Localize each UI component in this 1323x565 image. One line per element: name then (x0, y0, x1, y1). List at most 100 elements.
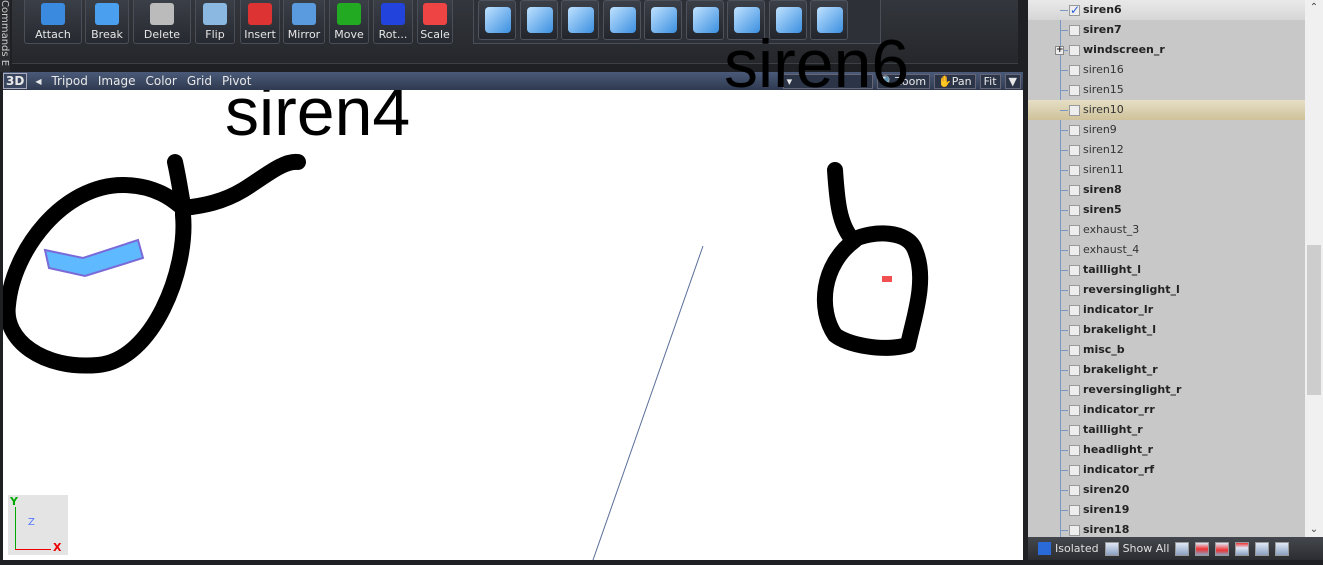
visibility-checkbox[interactable] (1069, 305, 1080, 316)
visibility-checkbox[interactable] (1069, 525, 1080, 536)
scroll-down-icon[interactable]: ⌄ (1305, 524, 1323, 535)
toolbar-button-delete[interactable]: Delete (133, 0, 191, 44)
tree-item[interactable]: siren12 (1028, 140, 1305, 160)
visibility-checkbox[interactable] (1069, 125, 1080, 136)
tree-scrollbar[interactable]: ⌃ ⌄ (1305, 0, 1323, 537)
tree-item[interactable]: siren20 (1028, 480, 1305, 500)
toolbar-button-label: Delete (143, 28, 181, 41)
visibility-checkbox[interactable] (1069, 25, 1080, 36)
tree-item-label: siren12 (1083, 143, 1124, 156)
toolbar-button-attach[interactable]: Attach (24, 0, 82, 44)
move-down-icon[interactable] (1215, 541, 1230, 556)
visibility-checkbox[interactable] (1069, 345, 1080, 356)
visibility-checkbox[interactable] (1069, 445, 1080, 456)
toolbar-button-insert[interactable]: Insert (240, 0, 280, 44)
scroll-thumb[interactable] (1307, 245, 1321, 395)
expand-icon[interactable]: + (1055, 46, 1064, 55)
tree-item[interactable]: siren18 (1028, 520, 1305, 537)
expand-all-icon[interactable] (1255, 541, 1270, 556)
visibility-checkbox[interactable]: ✓ (1069, 4, 1080, 16)
arrow-left-icon[interactable]: ◀ (35, 77, 41, 86)
visibility-checkbox[interactable] (1069, 245, 1080, 256)
tree-item[interactable]: indicator_rr (1028, 400, 1305, 420)
menu-grid[interactable]: Grid (187, 74, 212, 88)
tree-item[interactable]: siren10 (1028, 100, 1305, 120)
extrude-button[interactable] (602, 0, 641, 40)
tree-item[interactable]: reversinglight_r (1028, 380, 1305, 400)
toolbar-button-break[interactable]: Break (85, 0, 129, 44)
visibility-checkbox[interactable] (1069, 365, 1080, 376)
tree-item[interactable]: taillight_l (1028, 260, 1305, 280)
menu-image[interactable]: Image (98, 74, 136, 88)
scroll-up-icon[interactable]: ⌃ (1305, 2, 1323, 13)
tree-item[interactable]: ✓ siren6 (1028, 0, 1305, 20)
menu-tripod[interactable]: Tripod (51, 74, 87, 88)
tree-item[interactable]: siren7 (1028, 20, 1305, 40)
3d-mode-button[interactable]: 3D (3, 73, 28, 89)
move-up-icon[interactable] (1195, 541, 1210, 556)
visibility-checkbox[interactable] (1069, 325, 1080, 336)
show-all-button[interactable]: Show All (1104, 541, 1170, 556)
toolbar-button-move[interactable]: Move (329, 0, 369, 44)
siren6-mesh (882, 276, 892, 282)
split-button[interactable] (561, 0, 599, 40)
visibility-checkbox[interactable] (1069, 165, 1080, 176)
isolated-button[interactable]: Isolated (1038, 542, 1099, 556)
brush-button[interactable] (519, 0, 558, 40)
toolbar-button-scale[interactable]: Scale (417, 0, 453, 44)
visibility-checkbox[interactable] (1069, 45, 1080, 56)
cube-button[interactable] (478, 0, 516, 40)
tree-item[interactable]: headlight_r (1028, 440, 1305, 460)
scene-tree: ✓ siren6 siren7 + windscreen_r siren16 siren15… (1028, 0, 1305, 537)
more-dropdown[interactable]: ▼ (1004, 73, 1021, 89)
visibility-checkbox[interactable] (1069, 185, 1080, 196)
visibility-checkbox[interactable] (1069, 385, 1080, 396)
tree-item[interactable]: siren8 (1028, 180, 1305, 200)
tree-item[interactable]: + windscreen_r (1028, 40, 1305, 60)
tree-item[interactable]: siren11 (1028, 160, 1305, 180)
visibility-checkbox[interactable] (1069, 85, 1080, 96)
visibility-checkbox[interactable] (1069, 105, 1080, 116)
tree-item[interactable]: indicator_lr (1028, 300, 1305, 320)
tree-item[interactable]: siren19 (1028, 500, 1305, 520)
visibility-checkbox[interactable] (1069, 285, 1080, 296)
tree-item[interactable]: siren5 (1028, 200, 1305, 220)
3d-viewport[interactable]: siren4 Y X Z (3, 90, 1023, 560)
visibility-checkbox[interactable] (1069, 405, 1080, 416)
toolbar-button-rot[interactable]: Rot... (373, 0, 413, 44)
tree-item-label: siren6 (1083, 3, 1122, 16)
visibility-checkbox[interactable] (1069, 145, 1080, 156)
visibility-checkbox[interactable] (1069, 265, 1080, 276)
tree-item[interactable]: siren15 (1028, 80, 1305, 100)
tree-item[interactable]: reversinglight_l (1028, 280, 1305, 300)
pan-button[interactable]: ✋Pan (934, 73, 976, 89)
menu-color[interactable]: Color (145, 74, 176, 88)
visibility-checkbox[interactable] (1069, 205, 1080, 216)
collapse-icon[interactable] (1175, 541, 1190, 556)
fit-button[interactable]: Fit (979, 73, 1001, 89)
cut-button[interactable] (685, 0, 724, 40)
show-all-label: Show All (1122, 541, 1170, 555)
tree-item[interactable]: siren16 (1028, 60, 1305, 80)
toolbar-button-flip[interactable]: Flip (195, 0, 235, 44)
push-button[interactable] (644, 0, 682, 40)
collapse-all-icon[interactable] (1275, 541, 1290, 556)
visibility-checkbox[interactable] (1069, 65, 1080, 76)
tree-item[interactable]: siren9 (1028, 120, 1305, 140)
visibility-checkbox[interactable] (1069, 425, 1080, 436)
visibility-checkbox[interactable] (1069, 225, 1080, 236)
commands-tab[interactable]: Commands E (0, 0, 10, 72)
tree-item[interactable]: exhaust_4 (1028, 240, 1305, 260)
tree-item[interactable]: brakelight_r (1028, 360, 1305, 380)
tree-item[interactable]: indicator_rf (1028, 460, 1305, 480)
tree-item[interactable]: taillight_r (1028, 420, 1305, 440)
visibility-checkbox[interactable] (1069, 465, 1080, 476)
tree-item[interactable]: misc_b (1028, 340, 1305, 360)
visibility-checkbox[interactable] (1069, 485, 1080, 496)
move-out-icon[interactable] (1235, 541, 1250, 556)
visibility-checkbox[interactable] (1069, 505, 1080, 516)
tree-item[interactable]: exhaust_3 (1028, 220, 1305, 240)
toolbar-button-mirror[interactable]: Mirror (283, 0, 325, 44)
tree-item[interactable]: brakelight_l (1028, 320, 1305, 340)
menu-pivot[interactable]: Pivot (222, 74, 251, 88)
